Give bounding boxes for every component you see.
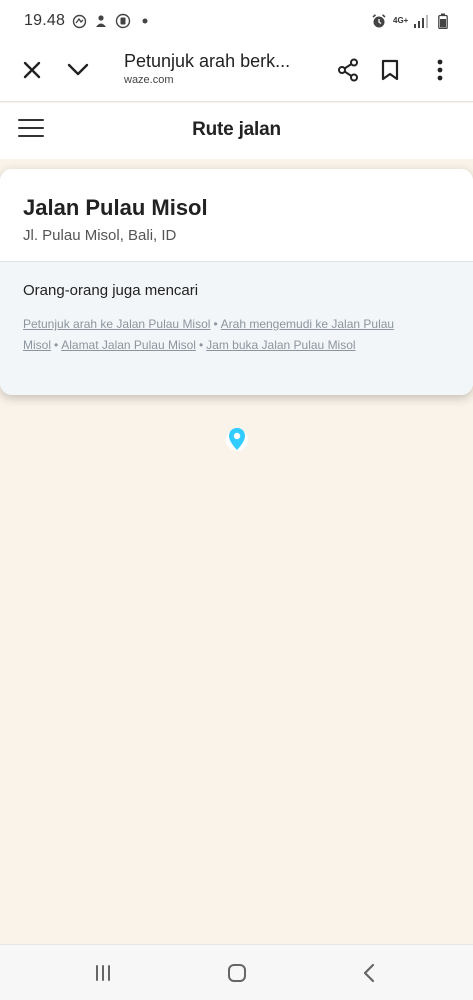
recents-button[interactable]	[88, 959, 118, 987]
site-header: Rute jalan	[0, 103, 473, 159]
tab-url: waze.com	[124, 74, 174, 86]
link-separator: •	[213, 317, 218, 331]
link-separator: •	[198, 338, 204, 352]
place-address: Jl. Pulau Misol, Bali, ID	[23, 227, 177, 244]
network-type-label: 4G+	[393, 16, 409, 25]
recents-icon	[96, 965, 110, 981]
battery-icon	[435, 13, 451, 29]
back-button[interactable]	[354, 959, 384, 987]
home-button[interactable]	[222, 959, 252, 987]
share-icon	[338, 58, 358, 82]
bookmark-icon	[381, 59, 399, 81]
system-nav-bar	[0, 944, 473, 1000]
alarm-icon	[371, 13, 387, 29]
notification-person-icon	[93, 13, 109, 29]
more-options-button[interactable]	[424, 54, 456, 86]
also-searched-title: Orang-orang juga mencari	[23, 282, 199, 299]
status-right: 4G+	[371, 13, 451, 29]
status-time: 19.48	[24, 12, 66, 29]
browser-toolbar: Petunjuk arah berk... waze.com	[0, 42, 473, 102]
status-left: 19.48	[24, 12, 153, 30]
link-opening-hours[interactable]: Jam buka Jalan Pulau Misol	[206, 338, 355, 352]
close-button[interactable]	[16, 54, 48, 86]
map-pin-icon[interactable]	[226, 426, 248, 456]
home-icon	[228, 964, 246, 982]
bookmark-button[interactable]	[374, 54, 406, 86]
link-directions[interactable]: Petunjuk arah ke Jalan Pulau Misol	[23, 317, 210, 331]
link-address[interactable]: Alamat Jalan Pulau Misol	[61, 338, 196, 352]
tab-title: Petunjuk arah berk...	[124, 51, 291, 71]
share-button[interactable]	[332, 54, 364, 86]
signal-icon	[413, 13, 429, 29]
also-searched-section: Orang-orang juga mencari Petunjuk arah k…	[0, 262, 473, 395]
back-icon	[363, 963, 375, 983]
notification-alarm-app-icon	[115, 13, 131, 29]
link-separator: •	[54, 338, 59, 352]
chevron-down-icon	[67, 63, 89, 76]
place-card-header: Jalan Pulau Misol Jl. Pulau Misol, Bali,…	[0, 169, 473, 262]
minimize-button[interactable]	[62, 54, 94, 86]
close-icon	[23, 61, 41, 79]
place-name: Jalan Pulau Misol	[23, 195, 208, 220]
page-title-block[interactable]: Petunjuk arah berk... waze.com	[124, 50, 320, 86]
also-searched-links: Petunjuk arah ke Jalan Pulau Misol • Arah …	[23, 314, 453, 356]
status-bar: 19.48 4G+	[0, 0, 473, 42]
more-vert-icon	[437, 59, 443, 81]
notification-dot-icon	[137, 13, 153, 29]
place-card: Jalan Pulau Misol Jl. Pulau Misol, Bali,…	[0, 169, 473, 395]
site-title: Rute jalan	[192, 119, 281, 140]
notification-app-icon	[71, 13, 87, 29]
